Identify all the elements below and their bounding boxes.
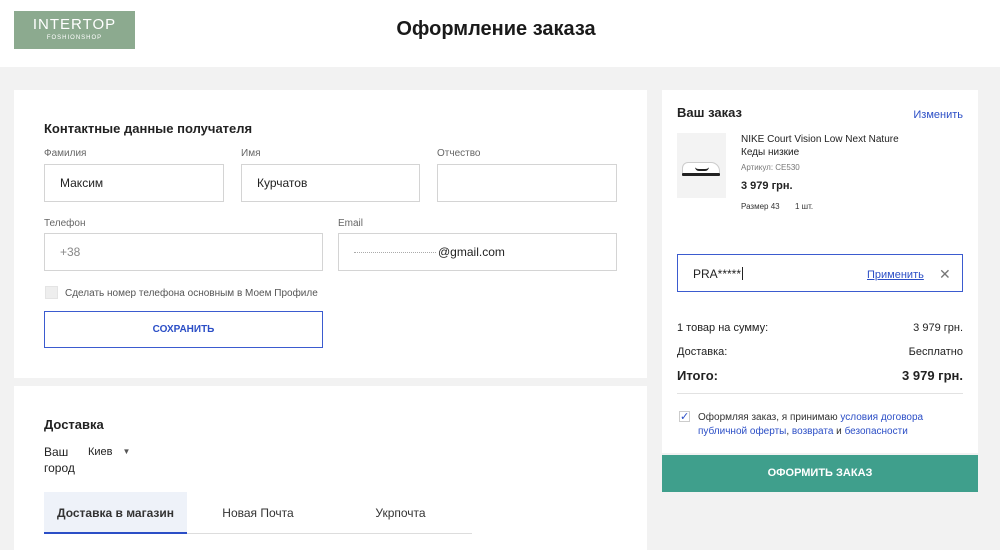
items-sum-label: 1 товар на сумму: xyxy=(677,322,769,334)
contacts-card: Контактные данные получателя Фамилия Мак… xyxy=(14,90,647,378)
order-title: Ваш заказ xyxy=(677,105,742,120)
product-name-line1: NIKE Court Vision Low Next Nature xyxy=(741,134,899,145)
agree-text-1: Оформляя заказ, я принимаю xyxy=(698,412,841,423)
checkout-button[interactable]: ОФОРМИТЬ ЗАКАЗ xyxy=(662,455,978,492)
agree-terms-text: Оформляя заказ, я принимаю условия догов… xyxy=(698,411,960,439)
product-image xyxy=(677,133,726,198)
email-domain: @gmail.com xyxy=(438,245,505,259)
phone-field[interactable]: +38 xyxy=(44,233,323,271)
header: INTERTOP FOSHIONSHOP Оформление заказа xyxy=(0,0,1000,67)
tab-ukrposhta[interactable]: Укрпочта xyxy=(329,492,472,534)
promo-code-field[interactable]: PRA***** Применить ✕ xyxy=(677,254,963,292)
delivery-tabs: Доставка в магазин Новая Почта Укрпочта xyxy=(44,492,472,534)
items-sum-value: 3 979 грн. xyxy=(913,322,963,334)
order-summary-card: Ваш заказ Изменить NIKE Court Vision Low… xyxy=(662,90,978,453)
delivery-cost-label: Доставка: xyxy=(677,346,728,358)
delivery-title: Доставка xyxy=(44,417,104,432)
total-label: Итого: xyxy=(677,368,718,383)
divider xyxy=(677,393,963,394)
last-name-label: Фамилия xyxy=(44,148,87,159)
delivery-cost-row: Доставка: Бесплатно xyxy=(677,346,963,358)
middle-name-label: Отчество xyxy=(437,148,481,159)
first-name-label: Имя xyxy=(241,148,261,159)
product-name: NIKE Court Vision Low Next Nature Кеды н… xyxy=(741,133,899,159)
contacts-title: Контактные данные получателя xyxy=(44,121,253,136)
last-name-field[interactable]: Максим xyxy=(44,164,224,202)
total-row: Итого: 3 979 грн. xyxy=(677,368,963,383)
sneaker-sole xyxy=(682,173,720,176)
swoosh-icon xyxy=(695,167,709,171)
promo-code-input[interactable]: PRA***** xyxy=(693,267,744,281)
product-quantity: 1 шт. xyxy=(795,202,814,211)
chevron-down-icon: ▼ xyxy=(122,447,131,456)
delivery-card: Доставка Ваш город Киев ▼ Доставка в мага… xyxy=(14,386,647,550)
email-label: Email xyxy=(338,218,364,229)
city-label: Ваш город xyxy=(44,444,75,476)
product-size: Размер 43 xyxy=(741,202,780,211)
tab-store-delivery[interactable]: Доставка в магазин xyxy=(44,492,187,534)
city-label-line1: Ваш xyxy=(44,445,69,459)
page-title: Оформление заказа xyxy=(396,18,596,40)
make-primary-label: Сделать номер телефона основным в Моем П… xyxy=(65,288,318,299)
agree-text-3: и xyxy=(833,426,845,437)
promo-code-value: PRA***** xyxy=(693,267,742,281)
text-cursor xyxy=(742,267,744,280)
total-value: 3 979 грн. xyxy=(902,368,963,383)
email-masked-part xyxy=(354,252,436,254)
city-label-line2: город xyxy=(44,461,75,475)
first-name-field[interactable]: Курчатов xyxy=(241,164,420,202)
middle-name-field[interactable] xyxy=(437,164,617,202)
email-field[interactable]: @gmail.com xyxy=(338,233,617,271)
product-name-line2: Кеды низкие xyxy=(741,147,800,158)
agree-terms-checkbox[interactable]: ✓ xyxy=(679,411,690,423)
phone-label: Телефон xyxy=(44,218,86,229)
delivery-cost-value: Бесплатно xyxy=(908,346,963,358)
product-sku: Артикул: CE530 xyxy=(741,163,800,172)
make-primary-checkbox[interactable] xyxy=(45,286,58,299)
edit-order-link[interactable]: Изменить xyxy=(913,109,963,121)
product-price: 3 979 грн. xyxy=(741,180,793,192)
items-sum-row: 1 товар на сумму: 3 979 грн. xyxy=(677,322,963,334)
save-button[interactable]: СОХРАНИТЬ xyxy=(44,311,323,348)
tab-nova-poshta[interactable]: Новая Почта xyxy=(187,492,329,534)
return-terms-link[interactable]: возврата xyxy=(792,426,833,437)
security-terms-link[interactable]: безопасности xyxy=(845,426,908,437)
apply-promo-link[interactable]: Применить xyxy=(867,269,924,281)
close-icon[interactable]: ✕ xyxy=(939,266,951,283)
city-value: Киев xyxy=(88,446,113,458)
city-select[interactable]: Киев ▼ xyxy=(88,446,130,458)
